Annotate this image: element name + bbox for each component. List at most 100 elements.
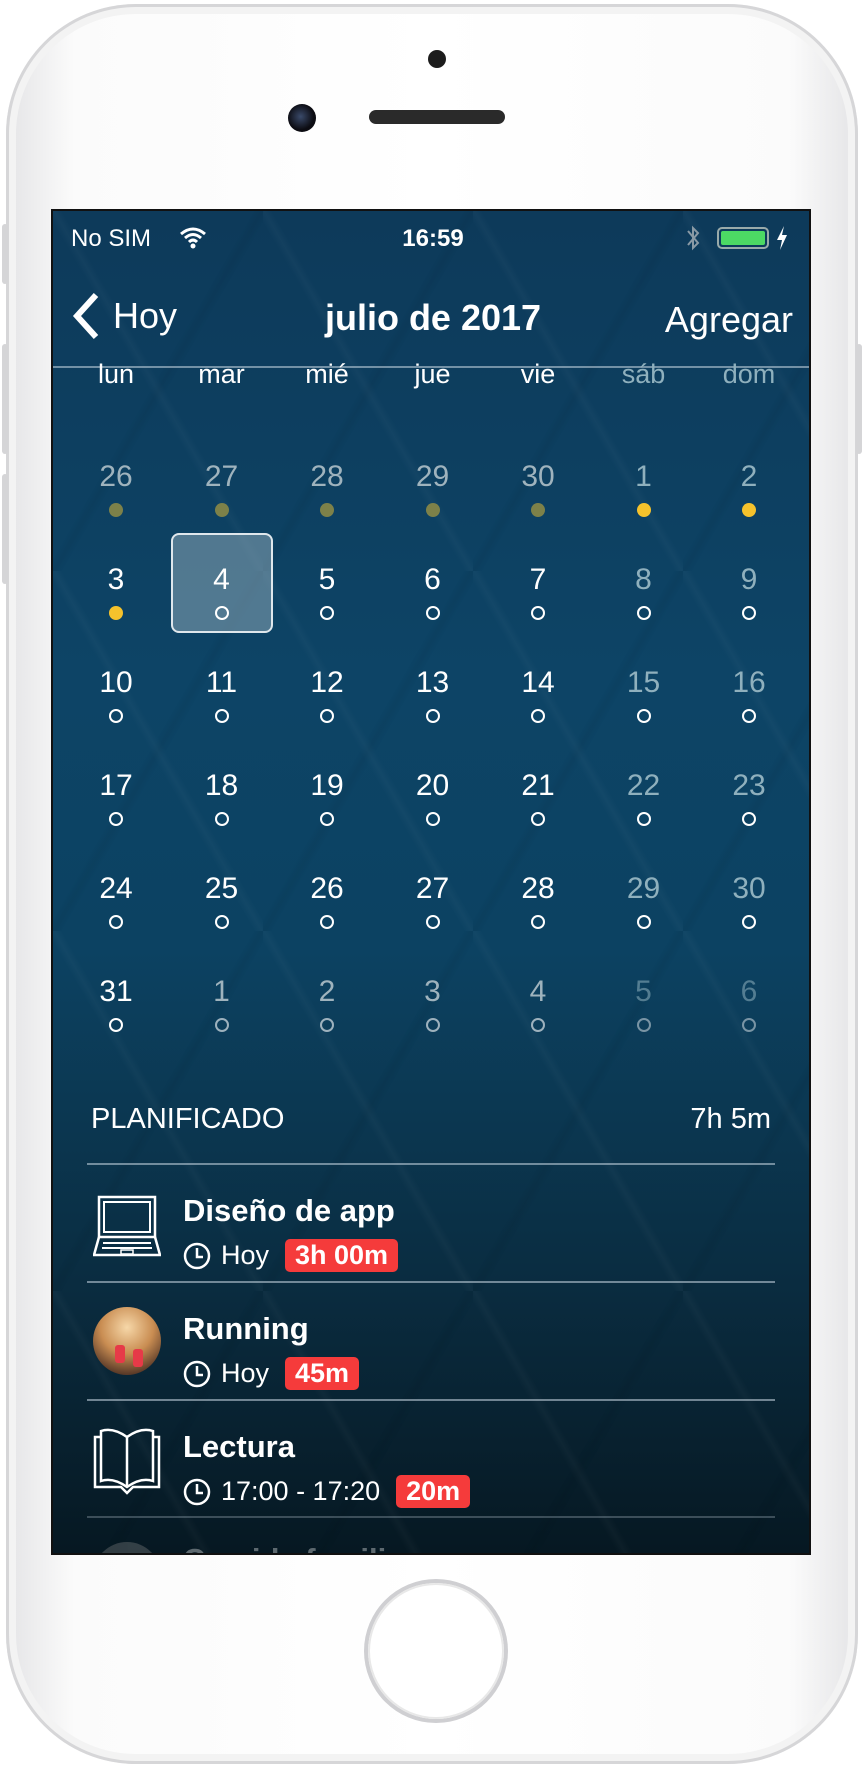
- status-dot: [531, 915, 545, 929]
- calendar-day[interactable]: 30: [696, 863, 802, 967]
- list-item[interactable]: Comida familiar: [87, 1518, 779, 1553]
- calendar-day[interactable]: 13: [380, 657, 486, 761]
- day-number: 18: [204, 769, 239, 802]
- calendar-day[interactable]: 26: [63, 451, 169, 555]
- calendar-day[interactable]: 28: [485, 863, 591, 967]
- calendar-day[interactable]: 3: [63, 554, 169, 658]
- calendar-day[interactable]: 9: [696, 554, 802, 658]
- power-button: [856, 344, 862, 454]
- status-dot: [109, 915, 123, 929]
- calendar-day[interactable]: 30: [485, 451, 591, 555]
- calendar-day[interactable]: 2: [696, 451, 802, 555]
- day-number: 26: [99, 460, 133, 493]
- duration-badge: 3h 00m: [285, 1239, 399, 1272]
- home-button[interactable]: [368, 1583, 504, 1719]
- status-dot: [320, 915, 334, 929]
- calendar-day[interactable]: 21: [485, 760, 591, 864]
- calendar-day[interactable]: 20: [380, 760, 486, 864]
- day-number: 7: [529, 563, 547, 596]
- screen: No SIM 16:59 Hoy julio de 2017 Agregar l…: [51, 209, 811, 1555]
- day-number: 5: [635, 975, 652, 1008]
- status-dot: [109, 812, 123, 826]
- calendar-day[interactable]: 27: [169, 451, 275, 555]
- calendar-day[interactable]: 4: [485, 966, 591, 1070]
- list-item[interactable]: Diseño de app Hoy 3h 00m: [87, 1165, 779, 1281]
- calendar-day[interactable]: 23: [696, 760, 802, 864]
- day-number: 10: [99, 666, 133, 699]
- day-number: 8: [635, 563, 652, 596]
- day-number: 24: [99, 872, 133, 905]
- calendar-day[interactable]: 2: [274, 966, 380, 1070]
- calendar-day[interactable]: 25: [169, 863, 275, 967]
- status-dot: [531, 812, 545, 826]
- day-number: 19: [310, 769, 344, 802]
- calendar-day[interactable]: 16: [696, 657, 802, 761]
- day-number: 2: [740, 460, 758, 493]
- calendar-day[interactable]: 11: [169, 657, 275, 761]
- add-button[interactable]: Agregar: [665, 299, 793, 341]
- list-item[interactable]: Running Hoy 45m: [87, 1283, 779, 1399]
- day-number: 25: [204, 872, 239, 905]
- calendar-day[interactable]: 7: [485, 554, 591, 658]
- status-dot: [531, 606, 545, 620]
- calendar-day[interactable]: 1: [169, 966, 275, 1070]
- day-number: 6: [424, 563, 441, 596]
- status-dot: [531, 503, 545, 517]
- status-dot: [109, 606, 123, 620]
- status-dot: [425, 915, 440, 929]
- calendar-day[interactable]: 19: [274, 760, 380, 864]
- calendar-day[interactable]: 5: [274, 554, 380, 658]
- calendar-day[interactable]: 26: [274, 863, 380, 967]
- day-number: 4: [529, 975, 547, 1008]
- calendar-day[interactable]: 8: [591, 554, 697, 658]
- status-dot: [214, 812, 229, 826]
- weekday-label: mié: [305, 359, 349, 389]
- calendar-day[interactable]: 1: [591, 451, 697, 555]
- calendar-day[interactable]: 17: [63, 760, 169, 864]
- weekday-label: mar: [198, 359, 245, 389]
- calendar-day[interactable]: 31: [63, 966, 169, 1070]
- calendar-day[interactable]: 6: [696, 966, 802, 1070]
- calendar-day[interactable]: 28: [274, 451, 380, 555]
- day-number: 31: [99, 975, 133, 1008]
- day-number: 15: [626, 666, 661, 699]
- proximity-sensor: [428, 50, 446, 68]
- status-dot: [636, 812, 651, 826]
- calendar-day[interactable]: 12: [274, 657, 380, 761]
- front-camera: [288, 104, 316, 132]
- calendar-day[interactable]: 5: [591, 966, 697, 1070]
- list-item[interactable]: Lectura 17:00 - 17:20 20m: [87, 1401, 779, 1517]
- book-icon: [93, 1428, 161, 1495]
- day-number: 12: [310, 666, 344, 699]
- day-number: 3: [424, 975, 441, 1008]
- status-dot: [425, 709, 440, 723]
- calendar-day[interactable]: 24: [63, 863, 169, 967]
- calendar-day[interactable]: 29: [380, 451, 486, 555]
- calendar-day[interactable]: 10: [63, 657, 169, 761]
- calendar-day[interactable]: 14: [485, 657, 591, 761]
- calendar-day[interactable]: 22: [591, 760, 697, 864]
- day-number: 27: [204, 460, 239, 493]
- running-photo: [93, 1307, 161, 1375]
- earpiece-speaker: [369, 110, 505, 124]
- status-dot: [214, 503, 229, 517]
- day-number: 26: [310, 872, 344, 905]
- calendar-day[interactable]: 6: [380, 554, 486, 658]
- status-dot: [742, 812, 756, 826]
- calendar-day[interactable]: 18: [169, 760, 275, 864]
- status-dot: [531, 709, 545, 723]
- status-dot: [425, 606, 440, 620]
- status-dot: [636, 1018, 651, 1032]
- status-dot: [320, 812, 334, 826]
- status-dot: [425, 812, 440, 826]
- duration-badge: 45m: [285, 1357, 360, 1390]
- calendar-day[interactable]: 29: [591, 863, 697, 967]
- calendar-day[interactable]: 27: [380, 863, 486, 967]
- status-dot: [636, 503, 651, 517]
- status-dot: [636, 709, 651, 723]
- planned-label: PLANIFICADO: [91, 1103, 285, 1135]
- calendar-day[interactable]: 3: [380, 966, 486, 1070]
- calendar-day[interactable]: 4: [169, 554, 275, 658]
- calendar-day[interactable]: 15: [591, 657, 697, 761]
- battery-icon: [717, 227, 769, 249]
